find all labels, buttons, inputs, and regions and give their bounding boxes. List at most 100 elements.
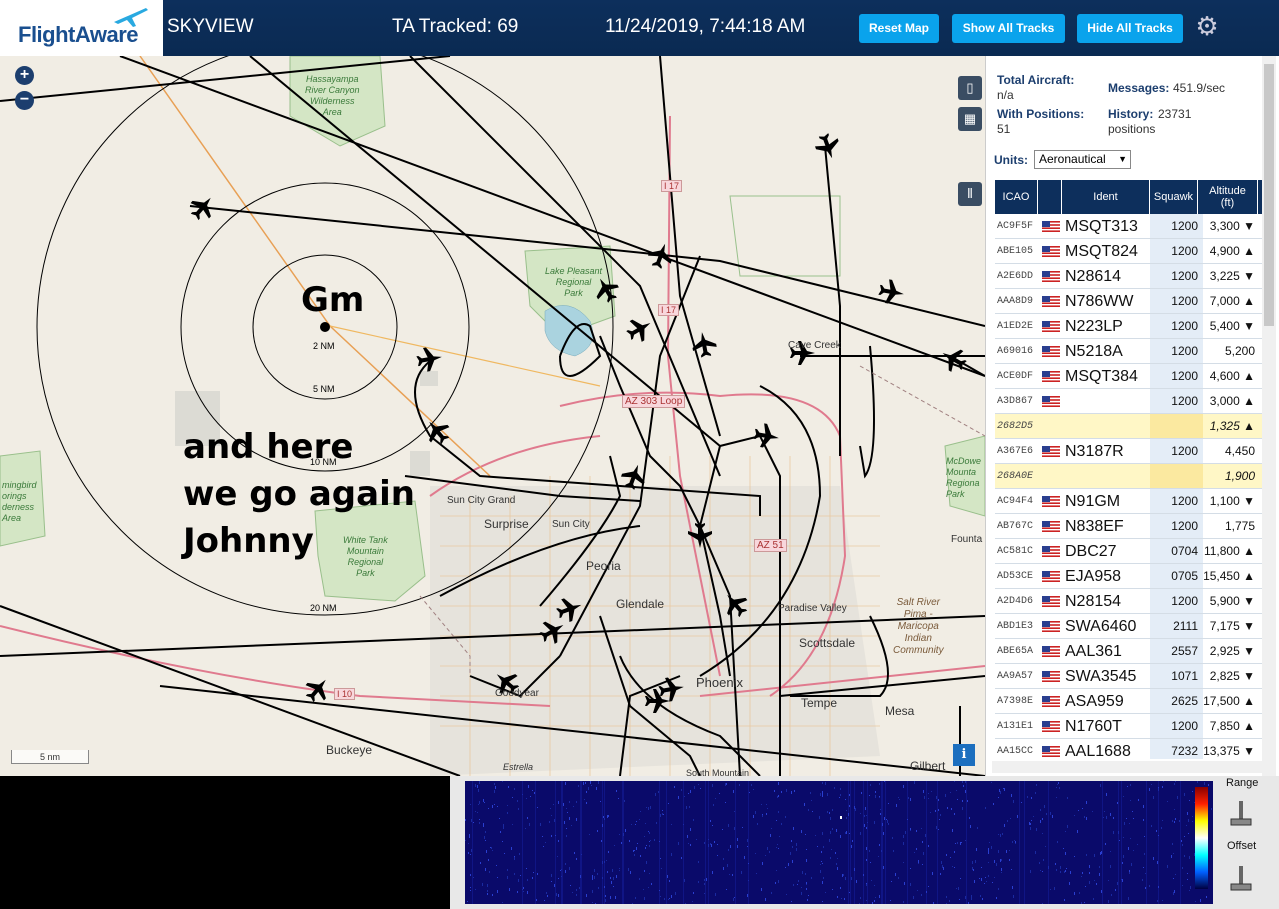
altitude-cell: 1,775	[1224, 519, 1255, 533]
us-flag-icon	[1042, 721, 1060, 732]
altitude-cell: 5,400 ▼	[1209, 319, 1255, 333]
range-ring-5nm: 5 NM	[313, 384, 335, 394]
us-flag-icon	[1042, 321, 1060, 332]
table-row[interactable]: ACE0DF MSQT384 1200 4,600 ▲	[995, 364, 1263, 389]
col-ident[interactable]: Ident	[1062, 180, 1150, 214]
table-row[interactable]: AA15CC AAL1688 7232 13,375 ▼	[995, 739, 1263, 759]
history-unit: positions	[1108, 122, 1156, 136]
units-select[interactable]: Aeronautical ▼	[1034, 150, 1131, 169]
col-altitude[interactable]: Altitude (ft)	[1198, 180, 1258, 214]
ident-cell: N223LP	[1065, 318, 1123, 335]
show-all-tracks-button[interactable]: Show All Tracks	[952, 14, 1065, 43]
ident-cell: N28614	[1065, 268, 1122, 285]
grid-icon[interactable]: ▦	[958, 107, 982, 131]
ident-cell: N5218A	[1065, 343, 1123, 360]
map-layer-icon[interactable]: ▯	[958, 76, 982, 100]
table-row[interactable]: AA9A57 SWA3545 1071 2,825 ▼	[995, 664, 1263, 689]
table-row[interactable]: A367E6 N3187R 1200 4,450	[995, 439, 1263, 464]
label-surprise: Surprise	[484, 517, 529, 531]
app-title: SKYVIEW	[167, 16, 254, 37]
altitude-cell: 4,900 ▲	[1209, 244, 1255, 258]
table-row[interactable]: ABD1E3 SWA6460 2111 7,175 ▼	[995, 614, 1263, 639]
ident-cell: EJA958	[1065, 568, 1122, 585]
scrollbar-thumb[interactable]	[1264, 64, 1274, 326]
table-row[interactable]: A2D4D6 N28154 1200 5,900 ▼	[995, 589, 1263, 614]
us-flag-icon	[1042, 546, 1060, 557]
icao-cell: AB767C	[997, 521, 1034, 532]
table-row[interactable]: A1ED2E N223LP 1200 5,400 ▼	[995, 314, 1263, 339]
waterfall-noise	[465, 781, 1212, 904]
altitude-cell: 7,000 ▲	[1209, 294, 1255, 308]
range-label: Range	[1226, 777, 1259, 789]
aircraft-panel: Total Aircraft: n/a With Positions: 51 M…	[985, 56, 1279, 776]
color-scale	[1195, 787, 1208, 889]
zoom-in-button[interactable]: +	[15, 66, 34, 85]
zoom-out-button[interactable]: −	[15, 91, 34, 110]
info-icon[interactable]: i	[953, 744, 975, 766]
table-row[interactable]: A131E1 N1760T 1200 7,850 ▲	[995, 714, 1263, 739]
table-row[interactable]: A69016 N5218A 1200 5,200	[995, 339, 1263, 364]
table-row[interactable]: 268A0E 1,900	[995, 464, 1263, 489]
label-peoria: Peoria	[586, 559, 621, 573]
us-flag-icon	[1042, 396, 1060, 407]
us-flag-icon	[1042, 221, 1060, 232]
us-flag-icon	[1042, 446, 1060, 457]
shield-az51: AZ 51	[754, 539, 787, 552]
columns-icon[interactable]: ⫴	[958, 182, 982, 206]
col-flag[interactable]	[1038, 180, 1062, 214]
reset-map-button[interactable]: Reset Map	[859, 14, 939, 43]
with-positions-value: 51	[997, 122, 1011, 136]
us-flag-icon	[1042, 246, 1060, 257]
offset-slider[interactable]	[1228, 866, 1254, 892]
range-slider[interactable]	[1228, 801, 1254, 827]
ident-cell: MSQT313	[1065, 218, 1138, 235]
table-hscrollbar[interactable]	[992, 761, 1264, 773]
altitude-cell: 1,325 ▲	[1209, 419, 1255, 433]
table-row[interactable]: AC9F5F MSQT313 1200 3,300 ▼	[995, 214, 1263, 239]
range-ring-2nm: 2 NM	[313, 341, 335, 351]
table-row[interactable]: A7398E ASA959 2625 17,500 ▲	[995, 689, 1263, 714]
altitude-cell: 15,450 ▲	[1203, 569, 1255, 583]
squawk-cell: 1200	[1171, 519, 1198, 533]
ident-cell: AAL361	[1065, 643, 1122, 660]
table-row[interactable]: A2E6DD N28614 1200 3,225 ▼	[995, 264, 1263, 289]
table-row[interactable]: AAA8D9 N786WW 1200 7,000 ▲	[995, 289, 1263, 314]
hide-all-tracks-button[interactable]: Hide All Tracks	[1077, 14, 1183, 43]
aircraft-table: AC9F5F MSQT313 1200 3,300 ▼ ABE105 MSQT824 120…	[995, 214, 1263, 759]
squawk-cell: 7232	[1171, 744, 1198, 758]
squawk-cell: 2557	[1171, 644, 1198, 658]
table-row[interactable]: ABE65A AAL361 2557 2,925 ▼	[995, 639, 1263, 664]
label-lake-pleasant: Lake Pleasant Regional Park	[545, 266, 603, 298]
icao-cell: A2E6DD	[997, 271, 1034, 282]
table-row[interactable]: AC94F4 N91GM 1200 1,100 ▼	[995, 489, 1263, 514]
squawk-cell: 1200	[1171, 294, 1198, 308]
tracked-count: TA Tracked: 69	[392, 16, 519, 37]
table-row[interactable]: A3D867 1200 3,000 ▲	[995, 389, 1263, 414]
col-icao[interactable]: ICAO	[995, 180, 1038, 214]
ident-cell: MSQT824	[1065, 243, 1138, 260]
label-fountain: Founta	[951, 534, 983, 545]
icao-cell: 268A0E	[997, 471, 1034, 482]
map-view[interactable]: Hassayampa River Canyon Wilderness Area Lak…	[0, 56, 985, 776]
us-flag-icon	[1042, 671, 1060, 682]
ident-cell: SWA6460	[1065, 618, 1137, 635]
panel-scrollbar[interactable]	[1262, 56, 1276, 776]
label-mcdowell: McDowe Mounta Regiona Park	[946, 456, 982, 499]
gear-icon[interactable]: ⚙	[1194, 13, 1220, 39]
table-row[interactable]: AB767C N838EF 1200 1,775	[995, 514, 1263, 539]
icao-cell: AC581C	[997, 546, 1034, 557]
table-row[interactable]: AD53CE EJA958 0705 15,450 ▲	[995, 564, 1263, 589]
shield-i17: I 17	[661, 180, 683, 192]
icao-cell: A131E1	[997, 721, 1034, 732]
table-row[interactable]: AC581C DBC27 0704 11,800 ▲	[995, 539, 1263, 564]
col-squawk[interactable]: Squawk	[1150, 180, 1198, 214]
us-flag-icon	[1042, 346, 1060, 357]
label-salt-river: Salt River Pima - Maricopa Indian Community	[893, 597, 944, 656]
table-row[interactable]: ABE105 MSQT824 1200 4,900 ▲	[995, 239, 1263, 264]
flightaware-logo[interactable]: FlightAware	[0, 0, 163, 56]
icao-cell: A3D867	[997, 396, 1034, 407]
icao-cell: ACE0DF	[997, 371, 1034, 382]
offset-label: Offset	[1227, 840, 1257, 852]
label-sun-city: Sun City	[552, 519, 590, 530]
table-row[interactable]: 2682D5 1,325 ▲	[995, 414, 1263, 439]
